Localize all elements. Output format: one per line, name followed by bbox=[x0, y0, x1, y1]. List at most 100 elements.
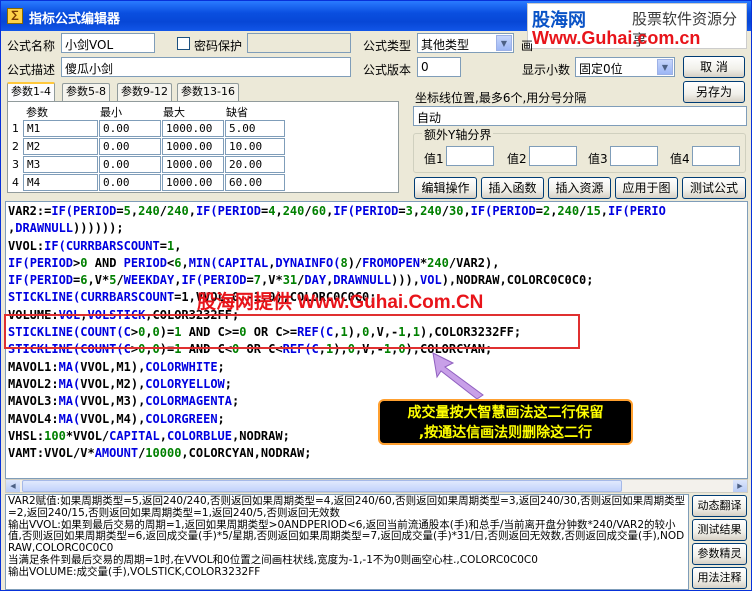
code-token: ; bbox=[217, 411, 225, 426]
code-token: COLORBLUE bbox=[166, 428, 233, 443]
axis-position-input[interactable]: 自动 bbox=[413, 106, 747, 126]
code-line: MAVOL4:MA(VVOL,M4),COLORGREEN; bbox=[8, 411, 745, 428]
param-name-cell[interactable]: M4 bbox=[23, 174, 98, 191]
formula-type-select[interactable]: 其他类型 ▼ bbox=[417, 33, 514, 53]
code-token: 3 bbox=[405, 204, 413, 218]
code-token: 240 bbox=[167, 204, 189, 218]
code-token: ),NODRAW,COLORC0C0C0; bbox=[441, 273, 594, 288]
param-max-cell[interactable]: 1000.00 bbox=[162, 174, 224, 191]
watermark-text: 股海网提供 Www.Guhai.Com.CN bbox=[197, 292, 484, 313]
apply-to-chart-button[interactable]: 应用于图 bbox=[615, 177, 678, 199]
param-max-cell[interactable]: 1000.00 bbox=[162, 120, 224, 137]
code-token: ,V* bbox=[87, 273, 110, 288]
y-value-1-input[interactable] bbox=[446, 146, 494, 166]
param-max-cell[interactable]: 1000.00 bbox=[162, 138, 224, 155]
code-token: )))))); bbox=[73, 221, 124, 236]
param-min-cell[interactable]: 0.00 bbox=[99, 174, 161, 191]
draw-label: 画 bbox=[521, 39, 534, 53]
cancel-button[interactable]: 取 消 bbox=[683, 56, 745, 78]
code-token: 240 bbox=[427, 255, 449, 270]
test-formula-button[interactable]: 测试公式 bbox=[682, 177, 746, 199]
code-token: ,V* bbox=[261, 273, 283, 288]
password-checkbox[interactable] bbox=[177, 37, 190, 50]
code-token: 60 bbox=[311, 204, 327, 218]
note-line-2: ,按通达信画法则删除这二行 bbox=[418, 425, 593, 441]
insert-function-button[interactable]: 插入函数 bbox=[481, 177, 544, 199]
formula-name-input[interactable]: 小剑VOL bbox=[61, 33, 155, 53]
param-wizard-button[interactable]: 参数精灵 bbox=[692, 543, 747, 565]
scroll-right-icon[interactable]: ▶ bbox=[733, 480, 747, 492]
code-token: = bbox=[159, 238, 167, 253]
code-token: , bbox=[181, 255, 189, 270]
code-token: = bbox=[535, 204, 543, 218]
param-min-cell[interactable]: 0.00 bbox=[99, 120, 161, 137]
test-result-button[interactable]: 测试结果 bbox=[692, 519, 747, 541]
code-token: DRAWNULL bbox=[333, 273, 392, 288]
code-token: , bbox=[600, 204, 609, 218]
chevron-down-icon: ▼ bbox=[496, 35, 512, 51]
code-token: VOL bbox=[420, 273, 442, 288]
code-token: 31 bbox=[282, 273, 298, 288]
axis-position-label: 坐标线位置,最多6个,用分号分隔 bbox=[415, 91, 587, 105]
insert-resource-button[interactable]: 插入资源 bbox=[548, 177, 611, 199]
code-token: 240 bbox=[282, 204, 305, 218]
formula-desc-input[interactable]: 傻瓜小剑 bbox=[61, 57, 351, 77]
param-name-cell[interactable]: M3 bbox=[23, 156, 98, 173]
param-min-cell[interactable]: 0.00 bbox=[99, 156, 161, 173]
password-input[interactable] bbox=[247, 33, 351, 53]
code-token: MAVOL4: bbox=[8, 411, 59, 426]
code-token: 240 bbox=[420, 204, 442, 218]
version-label: 公式版本 bbox=[363, 63, 412, 77]
row-number: 3 bbox=[12, 158, 19, 171]
decimals-select[interactable]: 固定0位 ▼ bbox=[575, 57, 675, 77]
y-value-4-label: 值4 bbox=[670, 152, 690, 166]
tab-params-13-16[interactable]: 参数13-16 bbox=[177, 83, 239, 101]
version-input[interactable]: 0 bbox=[417, 57, 461, 77]
col-header-param: 参数 bbox=[26, 106, 48, 119]
code-token: IF( bbox=[51, 204, 74, 218]
y-value-2-input[interactable] bbox=[529, 146, 577, 166]
code-token: VVOL,M1), bbox=[80, 359, 146, 374]
dynamic-translate-button[interactable]: 动态翻译 bbox=[692, 495, 747, 517]
code-token: IF( bbox=[44, 238, 66, 253]
code-token: VAR2:= bbox=[8, 204, 52, 218]
param-grid: 参数 最小 最大 缺省 1 M1 0.00 1000.00 5.00 2 M2 … bbox=[7, 101, 399, 193]
code-token: 7 bbox=[253, 273, 261, 288]
tab-params-1-4[interactable]: 参数1-4 bbox=[7, 82, 55, 102]
param-default-cell[interactable]: 10.00 bbox=[225, 138, 285, 155]
code-token: MA( bbox=[58, 411, 81, 426]
code-token: COLORYELLOW bbox=[145, 376, 225, 391]
y-value-2-label: 值2 bbox=[507, 152, 527, 166]
code-token: , bbox=[412, 273, 421, 288]
param-name-cell[interactable]: M1 bbox=[23, 120, 98, 137]
code-token: DRAWNULL bbox=[15, 221, 74, 236]
code-token: 100 bbox=[44, 428, 66, 443]
scroll-left-icon[interactable]: ◀ bbox=[6, 480, 20, 492]
translation-panel: VAR2赋值:如果周期类型=5,返回240/240,否则返回如果周期类型=4,返… bbox=[5, 494, 689, 590]
usage-notes-button[interactable]: 用法注释 bbox=[692, 567, 747, 589]
y-value-4-input[interactable] bbox=[692, 146, 740, 166]
param-default-cell[interactable]: 60.00 bbox=[225, 174, 285, 191]
code-token: 30 bbox=[448, 204, 464, 218]
code-token: / bbox=[441, 204, 449, 218]
app-icon: ∑ bbox=[7, 8, 23, 24]
tab-params-9-12[interactable]: 参数9-12 bbox=[117, 83, 172, 101]
param-name-cell[interactable]: M2 bbox=[23, 138, 98, 155]
param-min-cell[interactable]: 0.00 bbox=[99, 138, 161, 155]
y-value-3-label: 值3 bbox=[588, 152, 608, 166]
code-token: DYNAINFO( bbox=[275, 255, 341, 270]
tab-params-5-8[interactable]: 参数5-8 bbox=[62, 83, 110, 101]
code-token: , bbox=[188, 204, 196, 218]
editor-horizontal-scrollbar[interactable]: ◀ ▶ bbox=[5, 479, 748, 493]
scroll-thumb[interactable] bbox=[22, 480, 622, 492]
password-label: 密码保护 bbox=[194, 39, 243, 53]
window-title: 指标公式编辑器 bbox=[29, 12, 121, 27]
edit-operations-button[interactable]: 编辑操作 bbox=[414, 177, 477, 199]
save-as-button[interactable]: 另存为 bbox=[683, 81, 745, 103]
y-value-3-input[interactable] bbox=[610, 146, 658, 166]
param-default-cell[interactable]: 5.00 bbox=[225, 120, 285, 137]
param-default-cell[interactable]: 20.00 bbox=[225, 156, 285, 173]
param-max-cell[interactable]: 1000.00 bbox=[162, 156, 224, 173]
code-token: VAMT:VVOL/V* bbox=[8, 446, 95, 461]
code-token: COLORGREEN bbox=[145, 411, 218, 426]
